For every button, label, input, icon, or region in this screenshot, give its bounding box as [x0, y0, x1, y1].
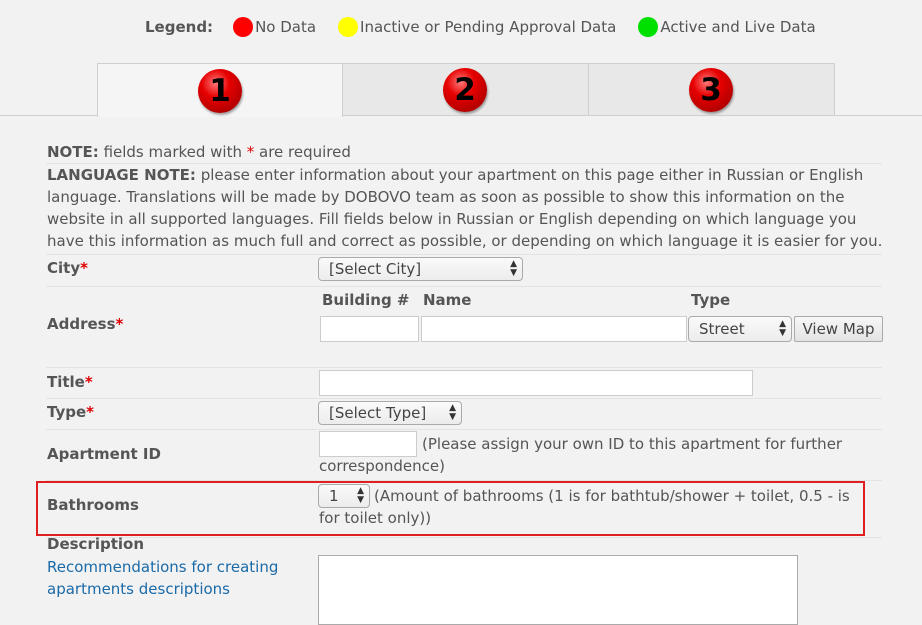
bathrooms-label: Bathrooms: [47, 496, 139, 514]
type-label-text: Type: [47, 403, 87, 421]
step-3-badge: 3: [689, 68, 733, 112]
description-label: Description: [47, 535, 145, 553]
view-map-button[interactable]: View Map: [794, 316, 883, 342]
type-label: Type*: [47, 403, 94, 421]
tab-step-2[interactable]: 2: [342, 63, 589, 115]
divider: [46, 286, 882, 287]
note-label: NOTE:: [47, 143, 99, 161]
step-2-badge: 2: [443, 68, 487, 112]
note-text: fields marked with: [98, 143, 247, 161]
city-label: City*: [47, 259, 88, 277]
legend-label: Legend:: [145, 18, 214, 36]
required-star: *: [80, 259, 88, 277]
street-name-input[interactable]: [421, 316, 687, 342]
required-star: *: [86, 403, 94, 421]
required-star: *: [115, 315, 124, 333]
tab-step-3[interactable]: 3: [588, 63, 835, 115]
description-recommendations-link[interactable]: Recommendations for creating apartments …: [47, 558, 278, 598]
address-label: Address*: [47, 315, 123, 333]
select-arrows-icon: ▲ ▼: [449, 403, 456, 422]
type-header: Type: [691, 291, 731, 309]
yellow-dot-icon: [338, 17, 359, 37]
divider: [46, 254, 882, 255]
bathrooms-hint: (Amount of bathrooms (1 is for bathtub/s…: [319, 487, 850, 527]
legend-item-inactive: Inactive or Pending Approval Data: [338, 17, 616, 37]
step-1-badge: 1: [198, 69, 242, 113]
legend-item-text: Active and Live Data: [660, 18, 816, 36]
green-dot-icon: [638, 17, 659, 37]
address-label-text: Address: [47, 315, 116, 333]
language-note: LANGUAGE NOTE: please enter information …: [47, 164, 887, 252]
select-arrows-icon: ▲ ▼: [510, 259, 517, 278]
title-input[interactable]: [319, 370, 753, 396]
select-arrows-icon: ▲ ▼: [779, 319, 786, 338]
street-type-select[interactable]: Street ▲ ▼: [688, 316, 792, 342]
divider: [46, 429, 882, 430]
type-select[interactable]: [Select Type] ▲ ▼: [318, 401, 462, 425]
city-label-text: City: [47, 259, 81, 277]
required-star: *: [84, 373, 93, 391]
note-text-2: are required: [254, 143, 351, 161]
description-textarea[interactable]: [318, 555, 798, 625]
tab-step-1[interactable]: 1: [97, 63, 343, 117]
description-help: Recommendations for creating apartments …: [47, 556, 297, 600]
legend: Legend: No Data Inactive or Pending Appr…: [145, 17, 838, 37]
red-dot-icon: [233, 17, 254, 37]
legend-item-text: Inactive or Pending Approval Data: [360, 18, 617, 36]
divider: [46, 398, 882, 399]
divider: [46, 367, 882, 368]
title-label-text: Title: [47, 373, 85, 391]
legend-item-no-data: No Data: [233, 17, 316, 37]
legend-item-active: Active and Live Data: [638, 17, 816, 37]
language-note-label: LANGUAGE NOTE:: [47, 166, 196, 184]
city-select-value: [Select City]: [329, 260, 422, 278]
building-number-input[interactable]: [320, 316, 419, 342]
building-header: Building #: [322, 291, 410, 309]
street-type-value: Street: [699, 320, 745, 338]
city-select[interactable]: [Select City] ▲ ▼: [318, 257, 523, 281]
name-header: Name: [423, 291, 472, 309]
required-note: NOTE: fields marked with * are required: [47, 141, 351, 163]
divider: [46, 537, 882, 538]
title-label: Title*: [47, 373, 93, 391]
legend-item-text: No Data: [255, 18, 317, 36]
type-select-value: [Select Type]: [329, 404, 427, 422]
apartment-id-hint: (Please assign your own ID to this apart…: [319, 435, 843, 475]
apartment-id-label: Apartment ID: [47, 445, 161, 463]
